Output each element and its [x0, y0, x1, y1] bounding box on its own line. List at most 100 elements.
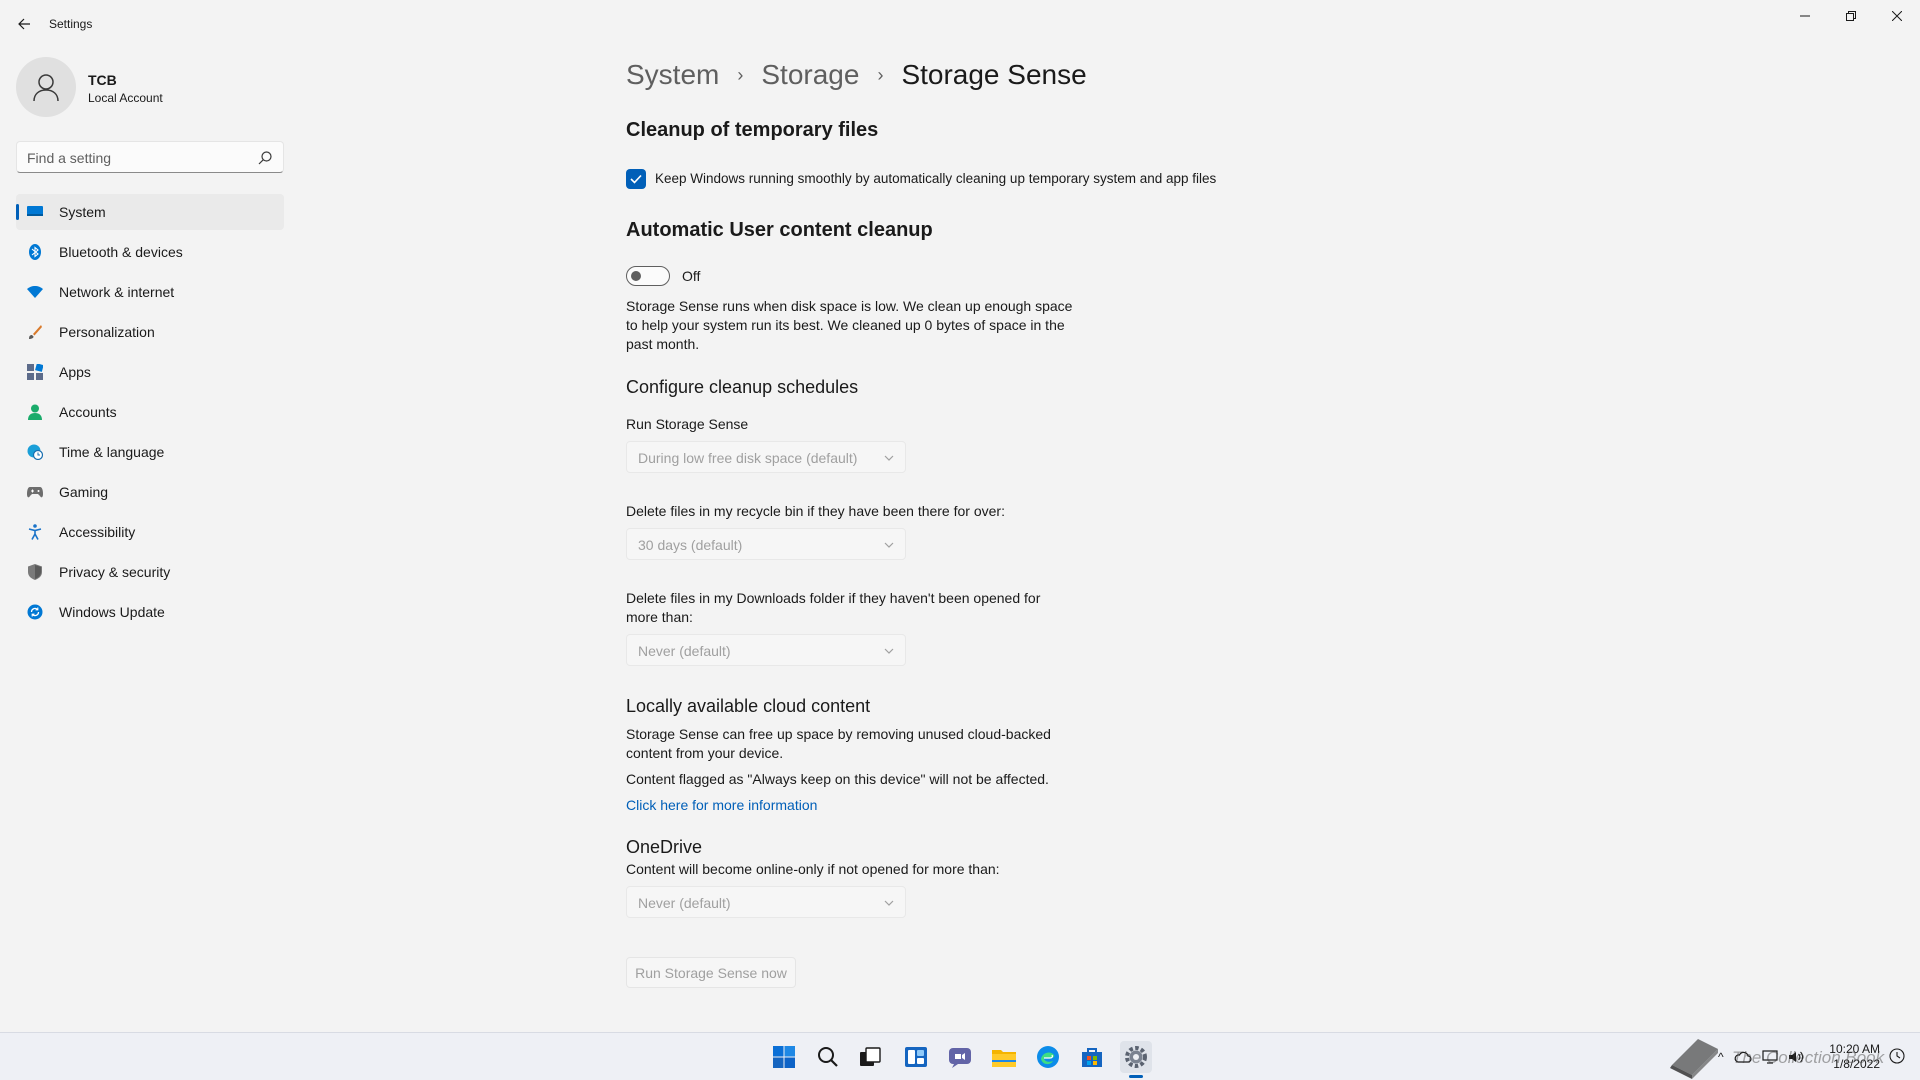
sidebar-item-windows-update[interactable]: Windows Update: [16, 594, 284, 630]
sidebar-item-privacy-security[interactable]: Privacy & security: [16, 554, 284, 590]
sidebar-item-network[interactable]: Network & internet: [16, 274, 284, 310]
sidebar-item-label: Apps: [59, 364, 91, 380]
watermark-text: The Collection Book: [1732, 1048, 1885, 1067]
store-icon[interactable]: [1076, 1041, 1108, 1073]
sidebar-item-apps[interactable]: Apps: [16, 354, 284, 390]
sidebar-item-bluetooth[interactable]: Bluetooth & devices: [16, 234, 284, 270]
accessibility-icon: [27, 524, 43, 540]
user-profile[interactable]: TCB Local Account: [16, 57, 286, 117]
close-button[interactable]: [1874, 0, 1920, 32]
breadcrumb-storage[interactable]: Storage: [761, 59, 859, 91]
search-icon[interactable]: [812, 1041, 844, 1073]
start-icon[interactable]: [768, 1041, 800, 1073]
more-info-link[interactable]: Click here for more information: [626, 797, 817, 813]
system-icon: [27, 204, 43, 220]
cleanup-temp-files-heading: Cleanup of temporary files: [626, 119, 879, 141]
chevron-right-icon: ›: [737, 64, 744, 85]
recycle-bin-label: Delete files in my recycle bin if they h…: [626, 503, 1005, 519]
auto-cleanup-heading: Automatic User content cleanup: [626, 219, 933, 241]
network-icon: [27, 284, 43, 300]
sidebar-item-label: Network & internet: [59, 284, 175, 300]
recycle-bin-dropdown[interactable]: 30 days (default): [626, 528, 906, 560]
taskbar: ^ 10:20 AM 1/8/2022: [0, 1032, 1920, 1080]
book-watermark-icon: [1670, 1039, 1718, 1079]
back-button[interactable]: [12, 12, 36, 36]
sidebar-item-label: System: [59, 204, 106, 220]
task-view-icon[interactable]: [854, 1041, 886, 1073]
minimize-button[interactable]: [1782, 0, 1828, 32]
chevron-down-icon: [884, 900, 894, 906]
globe-clock-icon: [27, 444, 43, 460]
sidebar-nav: System Bluetooth & devices Network & int…: [16, 194, 284, 634]
sidebar-item-label: Gaming: [59, 484, 109, 500]
account-type: Local Account: [88, 91, 163, 105]
run-storage-sense-label: Run Storage Sense: [626, 416, 749, 432]
person-icon: [27, 404, 43, 420]
close-icon: [1892, 11, 1902, 21]
widgets-icon[interactable]: [900, 1041, 932, 1073]
chevron-down-icon: [884, 648, 894, 654]
edge-icon[interactable]: [1032, 1041, 1064, 1073]
cloud-content-note: Content flagged as "Always keep on this …: [626, 771, 1049, 787]
active-app-indicator: [1129, 1075, 1143, 1078]
bluetooth-icon: [27, 244, 43, 260]
cloud-content-heading: Locally available cloud content: [626, 696, 871, 716]
configure-schedules-heading: Configure cleanup schedules: [626, 377, 859, 397]
settings-icon[interactable]: [1120, 1041, 1152, 1073]
sidebar-item-label: Privacy & security: [59, 564, 171, 580]
keep-windows-checkbox[interactable]: [626, 169, 646, 189]
search-box[interactable]: [16, 141, 284, 173]
storage-sense-toggle[interactable]: [626, 266, 670, 286]
update-icon: [27, 604, 43, 620]
chevron-down-icon: [884, 455, 894, 461]
sidebar-item-time-language[interactable]: Time & language: [16, 434, 284, 470]
app-title: Settings: [49, 17, 93, 31]
apps-icon: [27, 364, 43, 380]
dropdown-value: Never (default): [638, 895, 731, 911]
shield-icon: [27, 564, 43, 580]
dropdown-value: Never (default): [638, 643, 731, 659]
brush-icon: [27, 324, 43, 340]
dropdown-value: During low free disk space (default): [638, 450, 858, 466]
onedrive-heading: OneDrive: [626, 837, 703, 857]
checkmark-icon: [630, 174, 642, 184]
downloads-dropdown[interactable]: Never (default): [626, 634, 906, 666]
avatar: [16, 57, 76, 117]
sidebar-item-accounts[interactable]: Accounts: [16, 394, 284, 430]
sidebar-item-system[interactable]: System: [16, 194, 284, 230]
search-icon[interactable]: [257, 150, 273, 166]
restore-button[interactable]: [1828, 0, 1874, 32]
storage-sense-description: Storage Sense runs when disk space is lo…: [626, 298, 1073, 352]
downloads-label: Delete files in my Downloads folder if t…: [626, 590, 1041, 625]
onedrive-dropdown[interactable]: Never (default): [626, 886, 906, 918]
sidebar-item-gaming[interactable]: Gaming: [16, 474, 284, 510]
toggle-state-label: Off: [682, 268, 701, 284]
page-title: Storage Sense: [901, 59, 1087, 90]
breadcrumb: System › Storage › Storage Sense: [626, 55, 1087, 95]
file-explorer-icon[interactable]: [988, 1041, 1020, 1073]
run-storage-sense-now-button[interactable]: Run Storage Sense now: [626, 957, 796, 988]
back-arrow-icon: [18, 18, 30, 30]
user-name: TCB: [88, 72, 117, 88]
sidebar-item-label: Time & language: [59, 444, 165, 460]
dropdown-value: 30 days (default): [638, 537, 743, 553]
sidebar-item-label: Personalization: [59, 324, 155, 340]
cloud-content-description: Storage Sense can free up space by remov…: [626, 726, 1051, 761]
search-input[interactable]: [27, 148, 247, 168]
sidebar-item-personalization[interactable]: Personalization: [16, 314, 284, 350]
chat-icon[interactable]: [944, 1041, 976, 1073]
breadcrumb-system[interactable]: System: [626, 59, 719, 91]
sidebar-item-accessibility[interactable]: Accessibility: [16, 514, 284, 550]
watermark: The Collection Book: [1668, 1035, 1908, 1079]
person-avatar-icon: [33, 74, 59, 102]
onedrive-label: Content will become online-only if not o…: [626, 861, 1000, 877]
toggle-knob: [631, 271, 641, 281]
restore-icon: [1846, 11, 1856, 21]
run-storage-sense-dropdown[interactable]: During low free disk space (default): [626, 441, 906, 473]
keep-windows-label: Keep Windows running smoothly by automat…: [655, 171, 1217, 186]
chevron-down-icon: [884, 542, 894, 548]
sidebar-item-label: Accessibility: [59, 524, 136, 540]
chevron-right-icon: ›: [877, 64, 884, 85]
title-bar: Settings: [0, 0, 1920, 48]
sidebar-item-label: Windows Update: [59, 604, 165, 620]
